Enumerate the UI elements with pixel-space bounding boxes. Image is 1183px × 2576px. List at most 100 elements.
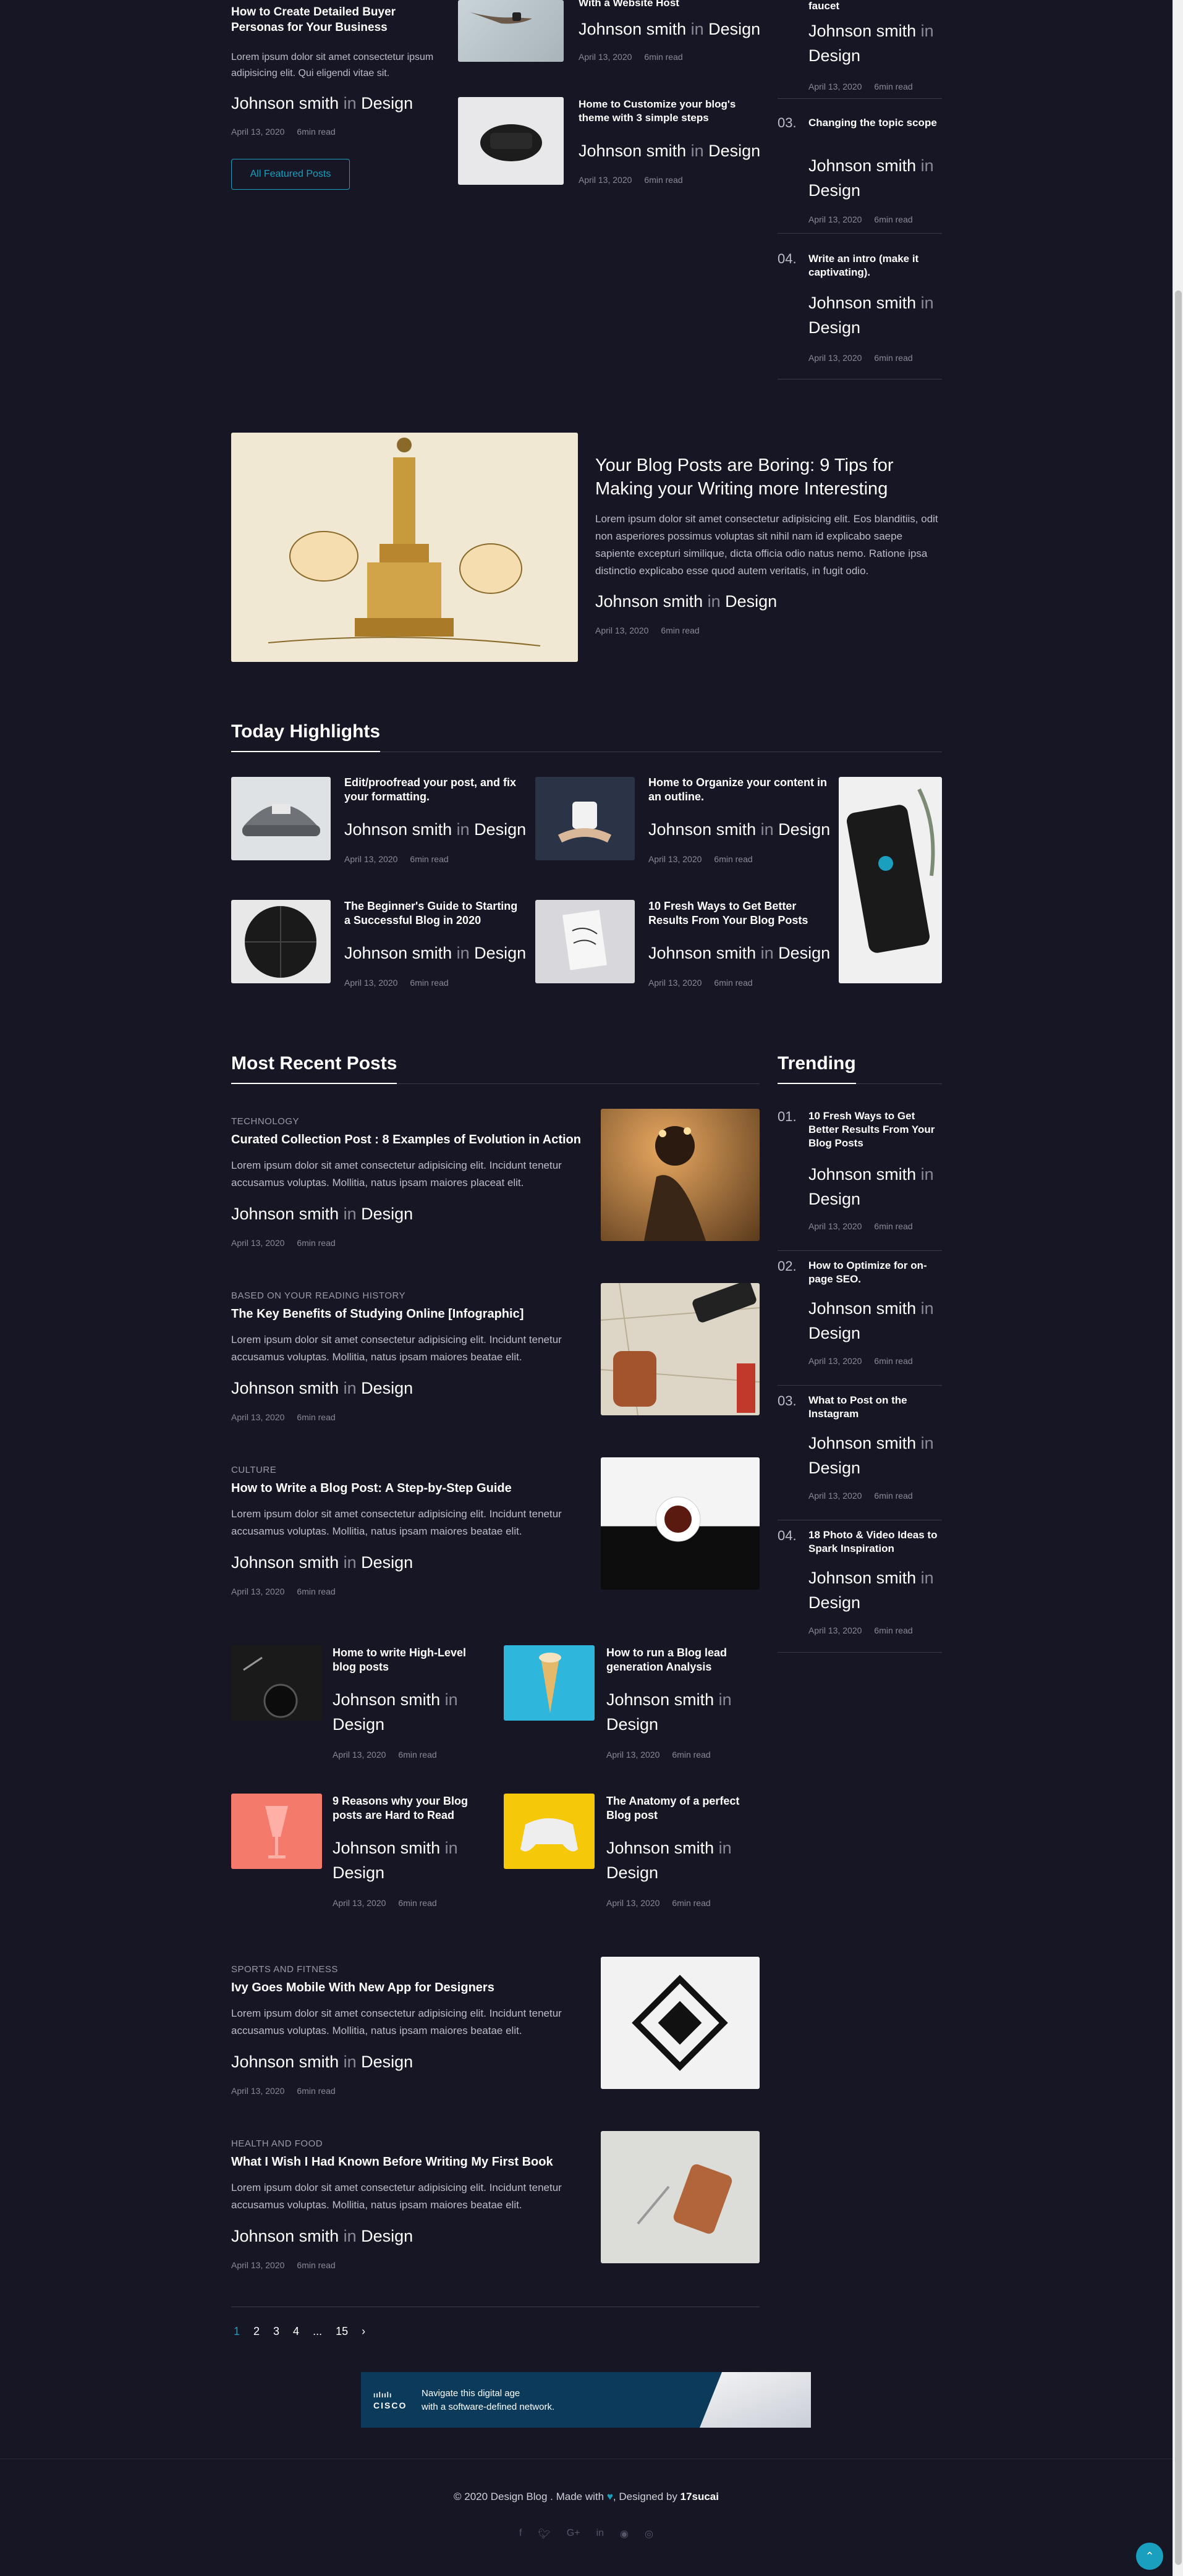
back-to-top-button[interactable]: ⌃ [1136, 2543, 1163, 2570]
author-category[interactable]: Design [361, 2053, 413, 2071]
author-category[interactable]: Design [725, 592, 777, 611]
hero-image[interactable] [231, 433, 578, 662]
post-title[interactable]: The Beginner's Guide to Starting a Succe… [344, 899, 524, 928]
author-category[interactable]: Design [333, 1863, 384, 1882]
post-title[interactable]: Home to Organize your content in an outl… [648, 776, 828, 805]
author-category[interactable]: Design [361, 1553, 413, 1572]
post-image[interactable] [601, 2131, 760, 2263]
author-category[interactable]: Design [606, 1715, 658, 1734]
author-name[interactable]: Johnson smith [808, 1434, 916, 1452]
post-title[interactable]: Edit/proofread your post, and fix your f… [344, 776, 524, 805]
post-title[interactable]: Home to write High-Level blog posts [333, 1646, 487, 1675]
post-category-label[interactable]: SPORTS AND FITNESS [231, 1964, 338, 1975]
author-name[interactable]: Johnson smith [648, 820, 756, 839]
author-category[interactable]: Design [361, 94, 413, 112]
post-category-label[interactable]: HEALTH AND FOOD [231, 2138, 323, 2149]
post-image[interactable] [601, 1283, 760, 1415]
post-title[interactable]: What I Wish I Had Known Before Writing M… [231, 2154, 583, 2170]
author-name[interactable]: Johnson smith [231, 1553, 339, 1572]
author-name[interactable]: Johnson smith [606, 1690, 714, 1709]
post-title[interactable]: How to Create Detailed Buyer Personas fo… [231, 5, 429, 35]
page-link-1[interactable]: 1 [234, 2325, 240, 2338]
dribbble-icon[interactable]: ◎ [645, 2528, 653, 2540]
author-category[interactable]: Design [778, 820, 830, 839]
author-name[interactable]: Johnson smith [808, 294, 916, 312]
post-image[interactable] [231, 900, 331, 983]
post-image[interactable] [504, 1794, 595, 1869]
post-image[interactable] [231, 777, 331, 860]
post-image[interactable] [458, 0, 564, 62]
author-category[interactable]: Design [361, 1379, 413, 1397]
author-name[interactable]: Johnson smith [231, 2053, 339, 2071]
post-image[interactable] [231, 1794, 322, 1869]
author-name[interactable]: Johnson smith [344, 820, 452, 839]
all-featured-posts-button[interactable]: All Featured Posts [231, 159, 350, 190]
author-category[interactable]: Design [333, 1715, 384, 1734]
author-category[interactable]: Design [808, 1459, 860, 1477]
post-category-label[interactable]: BASED ON YOUR READING HISTORY [231, 1290, 405, 1301]
post-title[interactable]: The Anatomy of a perfect Blog post [606, 1794, 761, 1823]
post-image[interactable] [504, 1645, 595, 1721]
author-category[interactable]: Design [808, 1324, 860, 1342]
page-link-15[interactable]: 15 [336, 2325, 348, 2338]
post-title[interactable]: 10 Fresh Ways to Get Better Results From… [648, 899, 828, 928]
hero-title[interactable]: Your Blog Posts are Boring: 9 Tips for M… [595, 454, 941, 501]
post-image[interactable] [231, 1645, 322, 1721]
cisco-ad-banner[interactable]: ıılıılı CISCO Navigate this digital age … [361, 2372, 811, 2428]
author-name[interactable]: Johnson smith [808, 1299, 916, 1318]
page-link-4[interactable]: 4 [293, 2325, 299, 2338]
author-category[interactable]: Design [474, 944, 526, 962]
github-icon[interactable]: ◉ [620, 2528, 629, 2540]
linkedin-icon[interactable]: in [596, 2528, 604, 2540]
scrollbar-thumb[interactable] [1175, 290, 1182, 2565]
author-name[interactable]: Johnson smith [231, 1379, 339, 1397]
post-category-label[interactable]: TECHNOLOGY [231, 1116, 299, 1127]
next-page-icon[interactable]: › [362, 2325, 365, 2338]
twitter-icon[interactable]: 🐦︎ [538, 2528, 550, 2540]
facebook-icon[interactable]: f [519, 2528, 522, 2540]
author-name[interactable]: Johnson smith [333, 1839, 440, 1857]
author-name[interactable]: Johnson smith [231, 1205, 339, 1223]
author-name[interactable]: Johnson smith [579, 20, 686, 38]
post-title[interactable]: How to Optimize for on-page SEO. [808, 1259, 942, 1286]
author-category[interactable]: Design [808, 318, 860, 337]
post-title[interactable]: The Key Benefits of Studying Online [Inf… [231, 1306, 583, 1322]
author-category[interactable]: Design [708, 142, 760, 160]
page-link-3[interactable]: 3 [273, 2325, 279, 2338]
author-name[interactable]: Johnson smith [808, 22, 916, 40]
author-name[interactable]: Johnson smith [595, 592, 703, 611]
author-category[interactable]: Design [808, 181, 860, 200]
author-name[interactable]: Johnson smith [606, 1839, 714, 1857]
author-name[interactable]: Johnson smith [231, 94, 339, 112]
post-title[interactable]: 10 Fresh Ways to Get Better Results From… [808, 1109, 942, 1150]
post-image[interactable] [601, 1109, 760, 1241]
author-name[interactable]: Johnson smith [808, 1165, 916, 1184]
post-title[interactable]: Curated Collection Post : 8 Examples of … [231, 1132, 583, 1148]
author-name[interactable]: Johnson smith [344, 944, 452, 962]
post-title[interactable]: With a Website Host [579, 0, 758, 10]
author-name[interactable]: Johnson smith [333, 1690, 440, 1709]
post-title[interactable]: 18 Photo & Video Ideas to Spark Inspirat… [808, 1528, 942, 1556]
author-category[interactable]: Design [808, 46, 860, 65]
author-category[interactable]: Design [708, 20, 760, 38]
post-title[interactable]: How to run a Blog lead generation Analys… [606, 1646, 761, 1675]
author-name[interactable]: Johnson smith [231, 2227, 339, 2245]
post-image[interactable] [535, 900, 635, 983]
post-image[interactable] [535, 777, 635, 860]
author-category[interactable]: Design [808, 1190, 860, 1208]
post-category-label[interactable]: CULTURE [231, 1465, 276, 1475]
post-title[interactable]: Write an intro (make it captivating). [808, 252, 942, 279]
author-category[interactable]: Design [474, 820, 526, 839]
google-plus-icon[interactable]: G+ [567, 2528, 580, 2540]
post-title[interactable]: Changing the topic scope [808, 116, 942, 130]
post-image[interactable] [458, 97, 564, 185]
post-title[interactable]: faucet [808, 0, 942, 13]
designer-link[interactable]: 17sucai [681, 2491, 719, 2502]
post-title[interactable]: What to Post on the Instagram [808, 1394, 942, 1421]
author-category[interactable]: Design [808, 1593, 860, 1612]
author-category[interactable]: Design [361, 1205, 413, 1223]
author-name[interactable]: Johnson smith [808, 1569, 916, 1587]
post-title[interactable]: Ivy Goes Mobile With New App for Designe… [231, 1980, 583, 1996]
post-image[interactable] [601, 1457, 760, 1590]
post-title[interactable]: 9 Reasons why your Blog posts are Hard t… [333, 1794, 487, 1823]
